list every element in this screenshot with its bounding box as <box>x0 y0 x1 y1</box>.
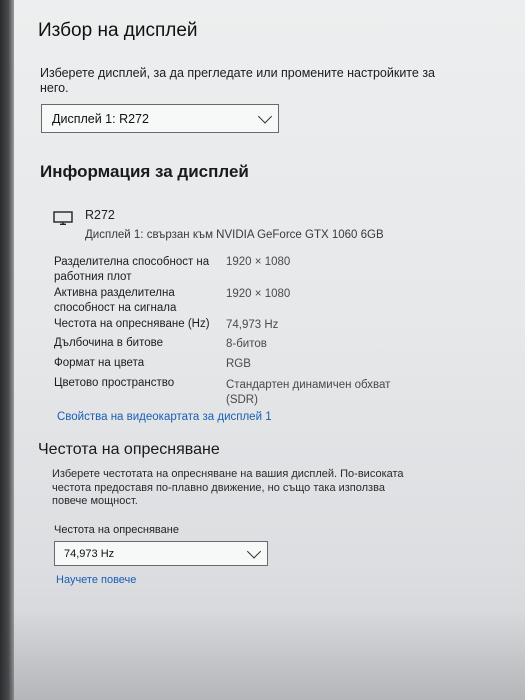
info-label-desktop-resolution: Разделителна способност на работния плот <box>54 256 210 283</box>
photo-shadow <box>0 610 525 700</box>
monitor-name: R272 <box>85 208 115 222</box>
info-label-color-space: Цветово пространство <box>54 377 175 389</box>
refresh-rate-title: Честота на опресняване <box>38 441 220 458</box>
display-info-title: Информация за дисплей <box>40 162 249 181</box>
info-value-bit-depth: 8-битов <box>226 338 267 350</box>
learn-more-link[interactable]: Научете повече <box>56 574 136 586</box>
monitor-icon <box>53 211 73 225</box>
choose-display-description: Изберете дисплей, за да прегледате или п… <box>40 66 436 95</box>
info-value-desktop-resolution: 1920 × 1080 <box>226 256 291 268</box>
refresh-rate-description: Изберете честотата на опресняване на ваш… <box>52 468 404 507</box>
refresh-rate-field-label: Честота на опресняване <box>54 524 179 536</box>
info-label-bit-depth: Дълбочина в битове <box>54 337 163 349</box>
display-dropdown-value: Дисплей 1: R272 <box>52 111 149 126</box>
settings-page: Избор на дисплей Изберете дисплей, за да… <box>0 0 525 700</box>
info-label-color-format: Формат на цвета <box>54 357 145 369</box>
chevron-down-icon <box>246 543 262 559</box>
info-value-refresh-rate: 74,973 Hz <box>226 319 279 331</box>
refresh-rate-dropdown-value: 74,973 Hz <box>64 547 115 560</box>
info-value-color-space: Стандартен динамичен обхват (SDR) <box>226 379 391 406</box>
monitor-connection: Дисплей 1: свързан към NVIDIA GeForce GT… <box>85 229 384 241</box>
screen-bezel <box>0 0 14 700</box>
info-label-active-resolution: Активна разделителна способност на сигна… <box>54 287 177 314</box>
chevron-down-icon <box>257 108 273 124</box>
info-value-active-resolution: 1920 × 1080 <box>226 288 291 300</box>
info-value-color-format: RGB <box>226 358 251 370</box>
choose-display-title: Избор на дисплей <box>38 20 198 41</box>
info-label-refresh-rate: Честота на опресняване (Hz) <box>54 318 210 330</box>
refresh-rate-dropdown[interactable]: 74,973 Hz <box>54 541 268 566</box>
adapter-properties-link[interactable]: Свойства на видеокартата за дисплей 1 <box>57 411 272 423</box>
display-dropdown[interactable]: Дисплей 1: R272 <box>41 104 279 133</box>
